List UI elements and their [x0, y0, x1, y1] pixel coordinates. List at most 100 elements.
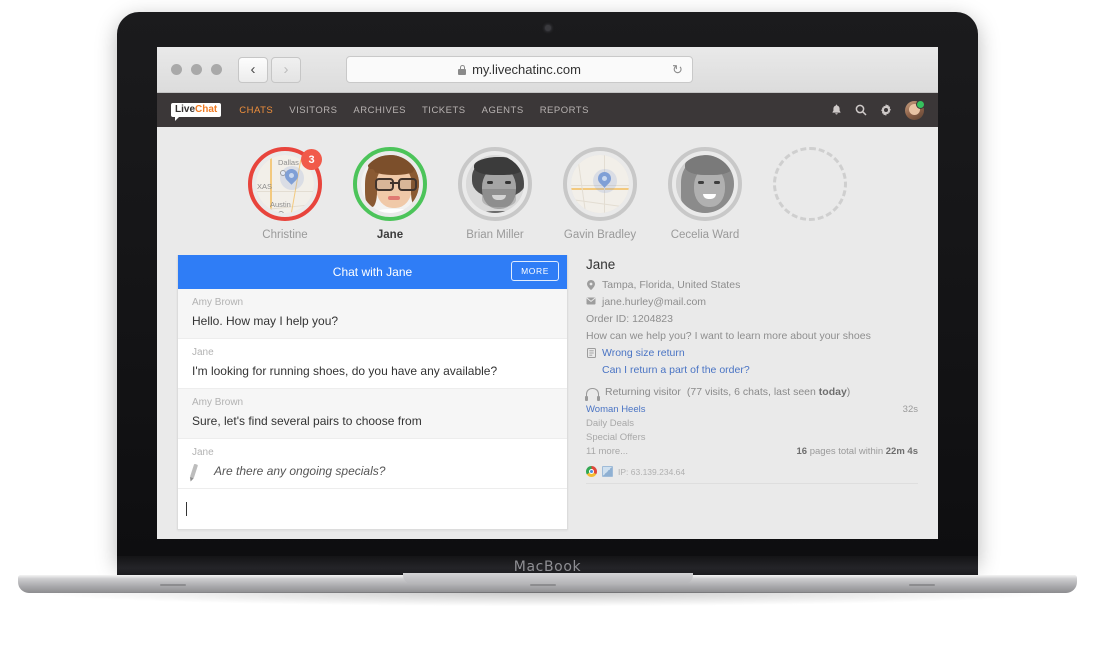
visitor-prechat-message: How can we help you? I want to learn mor… — [586, 330, 871, 342]
app-navbar: LiveChat CHATS VISITORS ARCHIVES TICKETS… — [157, 93, 938, 127]
chrome-browser-icon — [586, 466, 597, 477]
envelope-icon — [586, 297, 596, 305]
ticket-subtitle[interactable]: Can I return a part of the order? — [602, 364, 918, 376]
chat-message: Amy Brown Sure, let's find several pairs… — [178, 389, 567, 439]
nav-item-reports[interactable]: REPORTS — [540, 105, 589, 116]
visitor-name: Cecelia Ward — [670, 229, 740, 241]
text-caret — [186, 502, 187, 516]
message-text: Hello. How may I help you? — [192, 314, 339, 328]
visitor-card-jane[interactable]: Jane — [353, 147, 428, 241]
message-composer[interactable] — [178, 489, 567, 529]
headset-icon — [585, 387, 600, 401]
online-status-dot — [916, 99, 925, 109]
address-bar[interactable]: my.livechatinc.com ↻ — [346, 56, 693, 83]
visitor-email: jane.hurley@mail.com — [602, 296, 707, 308]
more-button[interactable]: MORE — [511, 261, 559, 281]
laptop-base-lip — [402, 573, 693, 584]
visitor-avatar-ring[interactable]: Dallas XAS Austin Hou 3 — [248, 147, 322, 221]
returning-visitor-label: Returning visitor — [605, 386, 681, 398]
laptop-foot-left — [160, 584, 186, 586]
ticket-row[interactable]: Wrong size return — [586, 347, 918, 359]
more-pages-link[interactable]: 11 more... — [586, 446, 628, 457]
nav-item-tickets[interactable]: TICKETS — [422, 105, 466, 116]
visitor-card-cecelia-ward[interactable]: Cecelia Ward — [668, 147, 743, 241]
visitor-name: Brian Miller — [466, 229, 524, 241]
search-icon[interactable] — [855, 104, 867, 116]
main-panels: Chat with Jane MORE Amy Brown Hello. How… — [157, 241, 938, 530]
gear-icon[interactable] — [880, 104, 892, 116]
face-illustration — [466, 155, 524, 213]
visitor-photo-avatar — [676, 155, 734, 213]
url-display: my.livechatinc.com — [458, 62, 581, 77]
visitor-ip: IP: 63.139.234.64 — [618, 466, 686, 477]
visitor-card-gavin-bradley[interactable]: Gavin Bradley — [563, 147, 638, 241]
visitor-card-christine[interactable]: Dallas XAS Austin Hou 3 — [248, 147, 323, 241]
back-button[interactable]: ‹ — [238, 56, 268, 83]
ticket-title[interactable]: Wrong size return — [602, 347, 685, 359]
visitor-map-avatar — [571, 155, 629, 213]
message-text: Sure, let's find several pairs to choose… — [192, 414, 422, 428]
empty-visitor-placeholder[interactable] — [773, 147, 847, 221]
message-typing-row: Are there any ongoing specials? — [189, 463, 553, 479]
visited-page-row[interactable]: Daily Deals — [586, 418, 918, 429]
message-text: Are there any ongoing specials? — [214, 464, 386, 478]
reload-icon[interactable]: ↻ — [671, 62, 684, 77]
map-thumbnail — [571, 155, 629, 213]
page-title[interactable]: Woman Heels — [586, 404, 646, 415]
visited-page-row[interactable]: Special Offers — [586, 432, 918, 443]
page-title[interactable]: Daily Deals — [586, 418, 634, 429]
visitor-card-brian-miller[interactable]: Brian Miller — [458, 147, 533, 241]
minimize-window-button[interactable] — [191, 64, 202, 75]
map-label-austin: Austin — [270, 200, 291, 209]
visitor-name: Jane — [376, 229, 404, 241]
message-author: Jane — [192, 347, 214, 358]
forward-button[interactable]: › — [271, 56, 301, 83]
unread-badge: 3 — [301, 149, 322, 170]
visitor-detail-name: Jane — [586, 257, 616, 272]
window-controls[interactable] — [171, 64, 222, 75]
visitor-card-empty-slot[interactable] — [773, 147, 848, 241]
browser-toolbar: ‹ › my.livechatinc.com ↻ — [157, 47, 938, 93]
chevron-left-icon: ‹ — [250, 61, 256, 78]
agent-avatar[interactable] — [905, 99, 925, 120]
livechat-logo[interactable]: LiveChat — [171, 103, 222, 121]
laptop-foot-center — [530, 584, 556, 586]
visitor-avatar-ring[interactable] — [563, 147, 637, 221]
visitor-location: Tampa, Florida, United States — [602, 279, 741, 291]
navigation-buttons[interactable]: ‹ › — [238, 56, 301, 83]
message-author: Jane — [192, 447, 214, 458]
bell-icon[interactable] — [831, 104, 842, 116]
app-body: Dallas XAS Austin Hou 3 — [157, 127, 938, 539]
chevron-right-icon: › — [283, 61, 289, 78]
maximize-window-button[interactable] — [211, 64, 222, 75]
page-summary-row[interactable]: 11 more... 16 pages total within 22m 4s — [586, 446, 918, 457]
visitor-details-panel: Jane Tampa, Florida, United States jane.… — [568, 255, 918, 530]
visitor-avatar-ring[interactable] — [668, 147, 742, 221]
page-time: 32s — [902, 404, 918, 415]
chat-panel: Chat with Jane MORE Amy Brown Hello. How… — [177, 255, 568, 530]
nav-item-agents[interactable]: AGENTS — [482, 105, 524, 116]
logo-text-live: Live — [175, 104, 196, 115]
laptop-shadow — [40, 592, 1055, 606]
visitor-name: Gavin Bradley — [563, 229, 637, 241]
page-title[interactable]: Special Offers — [586, 432, 646, 443]
nav-item-archives[interactable]: ARCHIVES — [353, 105, 406, 116]
chat-message: Jane I'm looking for running shoes, do y… — [178, 339, 567, 389]
visitor-tech-row: IP: 63.139.234.64 — [586, 466, 918, 477]
visitor-strip: Dallas XAS Austin Hou 3 — [157, 127, 938, 241]
visitor-avatar-ring[interactable] — [458, 147, 532, 221]
nav-actions — [831, 99, 925, 120]
close-window-button[interactable] — [171, 64, 182, 75]
visitor-avatar-ring[interactable] — [353, 147, 427, 221]
location-pin-icon — [586, 280, 596, 290]
visited-page-row[interactable]: Woman Heels 32s — [586, 404, 918, 415]
nav-item-chats[interactable]: CHATS — [239, 105, 273, 116]
visitor-email-row: jane.hurley@mail.com — [586, 296, 918, 308]
url-text: my.livechatinc.com — [472, 62, 581, 77]
returning-visitor-row: Returning visitor (77 visits, 6 chats, l… — [585, 386, 918, 401]
nav-item-visitors[interactable]: VISITORS — [289, 105, 337, 116]
message-author: Amy Brown — [192, 397, 244, 408]
logo-text-chat: Chat — [195, 104, 218, 115]
chat-title: Chat with Jane — [332, 265, 413, 279]
visitor-photo-avatar — [466, 155, 524, 213]
